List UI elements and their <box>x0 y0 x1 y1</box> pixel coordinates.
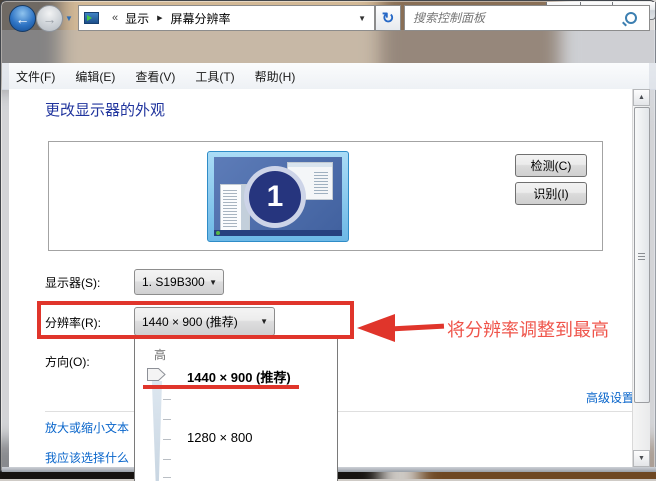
forward-button[interactable]: → <box>36 5 63 32</box>
display-icon <box>84 12 99 24</box>
slider-tick <box>163 477 171 478</box>
recent-pages-chevron-icon[interactable]: ▼ <box>65 14 73 23</box>
back-arrow-icon: ← <box>15 10 30 27</box>
display-combobox-value: 1. S19B300 <box>142 275 205 289</box>
slider-high-label: 高 <box>154 348 167 362</box>
what-settings-link[interactable]: 我应该选择什么 <box>45 449 129 466</box>
screen-taskbar-graphic <box>214 230 342 236</box>
breadcrumb-prefix: « <box>112 12 119 24</box>
slider-tick <box>163 419 171 420</box>
monitor-preview[interactable]: 1 <box>207 151 349 242</box>
make-text-larger-link[interactable]: 放大或缩小文本 <box>45 419 129 436</box>
search-box <box>404 5 650 31</box>
search-input[interactable] <box>405 11 625 25</box>
monitor-number: 1 <box>266 180 284 213</box>
menu-view[interactable]: 查看(V) <box>125 68 185 85</box>
identify-button[interactable]: 识别(I) <box>515 182 587 205</box>
menu-file[interactable]: 文件(F) <box>6 68 65 85</box>
detect-button[interactable]: 检测(C) <box>515 154 587 177</box>
scroll-down-button[interactable]: ▼ <box>633 450 650 467</box>
page-title: 更改显示器的外观 <box>45 102 166 119</box>
dropdown-item-1440x900[interactable]: 1440 × 900 (推荐) <box>187 367 291 386</box>
slider-tick <box>163 459 171 460</box>
advanced-settings-link[interactable]: 高级设置 <box>586 389 634 406</box>
combobox-arrow-icon: ▼ <box>209 277 217 287</box>
scroll-down-icon: ▼ <box>638 455 645 462</box>
search-icon <box>625 12 637 24</box>
scroll-up-button[interactable]: ▲ <box>633 89 650 106</box>
display-combobox[interactable]: 1. S19B300 ▼ <box>134 269 224 295</box>
breadcrumb-item-display[interactable]: 显示 <box>125 10 149 27</box>
scroll-up-icon: ▲ <box>638 94 645 101</box>
resolution-slider-handle[interactable] <box>146 367 167 382</box>
menu-tools[interactable]: 工具(T) <box>185 68 244 85</box>
monitor-screen: 1 <box>214 157 342 236</box>
window-left-border <box>2 63 9 467</box>
annotation-arrowhead <box>357 314 395 342</box>
resolution-dropdown-panel: 高 1440 × 900 (推荐) 1280 × 800 <box>134 338 338 481</box>
annotation-highlight-rectangle <box>37 301 354 339</box>
slider-tick <box>163 439 171 440</box>
breadcrumb-dropdown-icon[interactable]: ▼ <box>358 14 366 23</box>
navigation-bar <box>2 30 656 64</box>
menu-edit[interactable]: 编辑(E) <box>65 68 125 85</box>
annotation-text: 将分辨率调整到最高 <box>447 320 609 340</box>
refresh-button[interactable]: ↻ <box>375 5 401 31</box>
display-label: 显示器(S): <box>45 276 101 290</box>
resolution-slider-track[interactable] <box>151 381 162 481</box>
forward-arrow-icon: → <box>42 10 57 27</box>
refresh-icon: ↻ <box>381 10 395 27</box>
scrollbar-grip-icon <box>638 253 645 261</box>
scrollbar-thumb[interactable] <box>634 107 650 403</box>
orientation-label: 方向(O): <box>45 355 90 369</box>
annotation-underline <box>143 385 299 389</box>
screen-resolution-window: × ← → ▼ « 显示 ▶ 屏幕分辨率 ▼ ↻ 文件(F) 编辑(E) 查看(… <box>0 0 656 481</box>
vertical-scrollbar[interactable]: ▲ ▼ <box>632 89 650 467</box>
menu-help[interactable]: 帮助(H) <box>245 68 306 85</box>
dropdown-item-1280x800[interactable]: 1280 × 800 <box>187 430 252 445</box>
detect-button-label: 检测(C) <box>530 159 572 173</box>
breadcrumb-item-screen-resolution[interactable]: 屏幕分辨率 <box>171 10 231 27</box>
breadcrumb-separator-icon: ▶ <box>157 15 163 22</box>
menu-bar: 文件(F) 编辑(E) 查看(V) 工具(T) 帮助(H) <box>2 63 656 90</box>
window-right-border <box>649 63 656 467</box>
monitor-preview-box: 1 检测(C) 识别(I) <box>48 141 603 251</box>
back-button[interactable]: ← <box>9 5 36 32</box>
monitor-number-badge: 1 <box>244 166 306 228</box>
slider-tick <box>163 399 171 400</box>
breadcrumb[interactable]: « 显示 ▶ 屏幕分辨率 ▼ <box>78 5 375 31</box>
identify-button-label: 识别(I) <box>533 187 569 201</box>
